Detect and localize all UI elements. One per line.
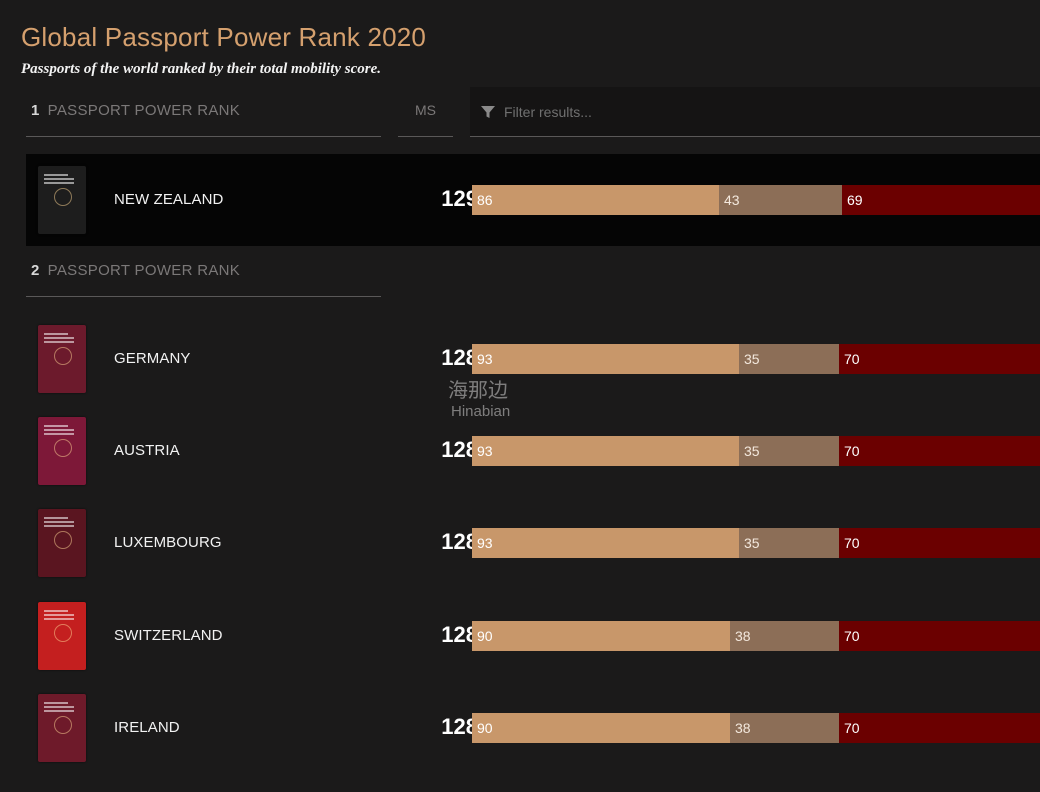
watermark-en: Hinabian [451, 403, 511, 420]
passport-text-line [44, 425, 68, 427]
rank-label: PASSPORT POWER RANK [47, 102, 241, 119]
passport-text-line [44, 710, 74, 712]
filter-bar[interactable] [470, 87, 1040, 137]
rank-header-2: 2 PASSPORT POWER RANK [26, 262, 381, 297]
passport-cover-image [38, 694, 86, 762]
score-segment-c: 70 [839, 436, 1040, 466]
passport-cover-image [38, 602, 86, 670]
score-segment-a: 93 [472, 528, 739, 558]
country-name: GERMANY [114, 350, 191, 367]
passport-text-line [44, 521, 74, 523]
page-subtitle: Passports of the world ranked by their t… [21, 61, 382, 77]
score-segment-c: 70 [839, 528, 1040, 558]
rank-number: 1 [31, 102, 40, 119]
passport-text-line [44, 614, 74, 616]
mobility-score: 128 [441, 529, 478, 554]
list-item[interactable]: AUSTRIA 128 93 35 70 [26, 405, 1040, 497]
score-segment-a: 93 [472, 344, 739, 374]
passport-text-line [44, 429, 74, 431]
passport-cover-image [38, 325, 86, 393]
list-item[interactable]: IRELAND 128 90 38 70 [26, 682, 1040, 774]
passport-text-line [44, 517, 68, 519]
score-segment-b: 38 [730, 713, 839, 743]
passport-text-line [44, 333, 68, 335]
score-bar: 93 35 70 [472, 528, 1040, 558]
passport-text-line [44, 178, 74, 180]
rank-label: PASSPORT POWER RANK [47, 262, 241, 279]
score-segment-b: 35 [739, 344, 839, 374]
score-segment-b: 35 [739, 528, 839, 558]
passport-emblem-icon [54, 531, 72, 549]
mobility-score: 128 [441, 345, 478, 370]
passport-text-line [44, 182, 74, 184]
passport-text-line [44, 618, 74, 620]
score-segment-a: 93 [472, 436, 739, 466]
passport-text-line [44, 525, 74, 527]
score-segment-c: 70 [839, 344, 1040, 374]
mobility-score: 128 [441, 622, 478, 647]
passport-text-line [44, 337, 74, 339]
passport-emblem-icon [54, 716, 72, 734]
passport-text-line [44, 610, 68, 612]
list-item[interactable]: SWITZERLAND 128 90 38 70 [26, 590, 1040, 682]
list-item[interactable]: LUXEMBOURG 128 93 35 70 [26, 497, 1040, 589]
score-segment-b: 35 [739, 436, 839, 466]
passport-emblem-icon [54, 624, 72, 642]
watermark-logo: 海那边 Hinabian [448, 374, 510, 420]
watermark-cn: 海那边 [448, 380, 508, 402]
country-name: NEW ZEALAND [114, 191, 224, 208]
passport-cover-image [38, 166, 86, 234]
score-segment-c: 69 [842, 185, 1040, 215]
score-segment-b: 43 [719, 185, 842, 215]
filter-input[interactable] [502, 102, 1006, 121]
ms-column-header: MS [398, 102, 453, 137]
score-bar: 86 43 69 [472, 185, 1040, 215]
mobility-score: 128 [441, 714, 478, 739]
country-name: IRELAND [114, 719, 180, 736]
passport-emblem-icon [54, 347, 72, 365]
score-segment-a: 90 [472, 713, 730, 743]
score-bar: 90 38 70 [472, 621, 1040, 651]
passport-cover-image [38, 509, 86, 577]
page-title: Global Passport Power Rank 2020 [21, 22, 427, 52]
score-segment-a: 86 [472, 185, 719, 215]
mobility-score: 129 [441, 186, 478, 211]
passport-cover-image [38, 417, 86, 485]
passport-text-line [44, 433, 74, 435]
country-name: LUXEMBOURG [114, 534, 222, 551]
rank-number: 2 [31, 262, 40, 279]
passport-emblem-icon [54, 188, 72, 206]
filter-icon [481, 105, 495, 118]
country-name: SWITZERLAND [114, 627, 223, 644]
score-segment-b: 38 [730, 621, 839, 651]
passport-text-line [44, 702, 68, 704]
score-bar: 90 38 70 [472, 713, 1040, 743]
list-item[interactable]: NEW ZEALAND 129 86 43 69 [26, 154, 1040, 246]
score-segment-c: 70 [839, 621, 1040, 651]
rank-header-1: 1 PASSPORT POWER RANK [26, 102, 381, 137]
score-segment-a: 90 [472, 621, 730, 651]
score-segment-c: 70 [839, 713, 1040, 743]
score-bar: 93 35 70 [472, 436, 1040, 466]
passport-text-line [44, 174, 68, 176]
score-bar: 93 35 70 [472, 344, 1040, 374]
passport-text-line [44, 341, 74, 343]
mobility-score: 128 [441, 437, 478, 462]
list-item[interactable]: GERMANY 128 93 35 70 [26, 313, 1040, 405]
passport-emblem-icon [54, 439, 72, 457]
country-name: AUSTRIA [114, 442, 180, 459]
passport-text-line [44, 706, 74, 708]
